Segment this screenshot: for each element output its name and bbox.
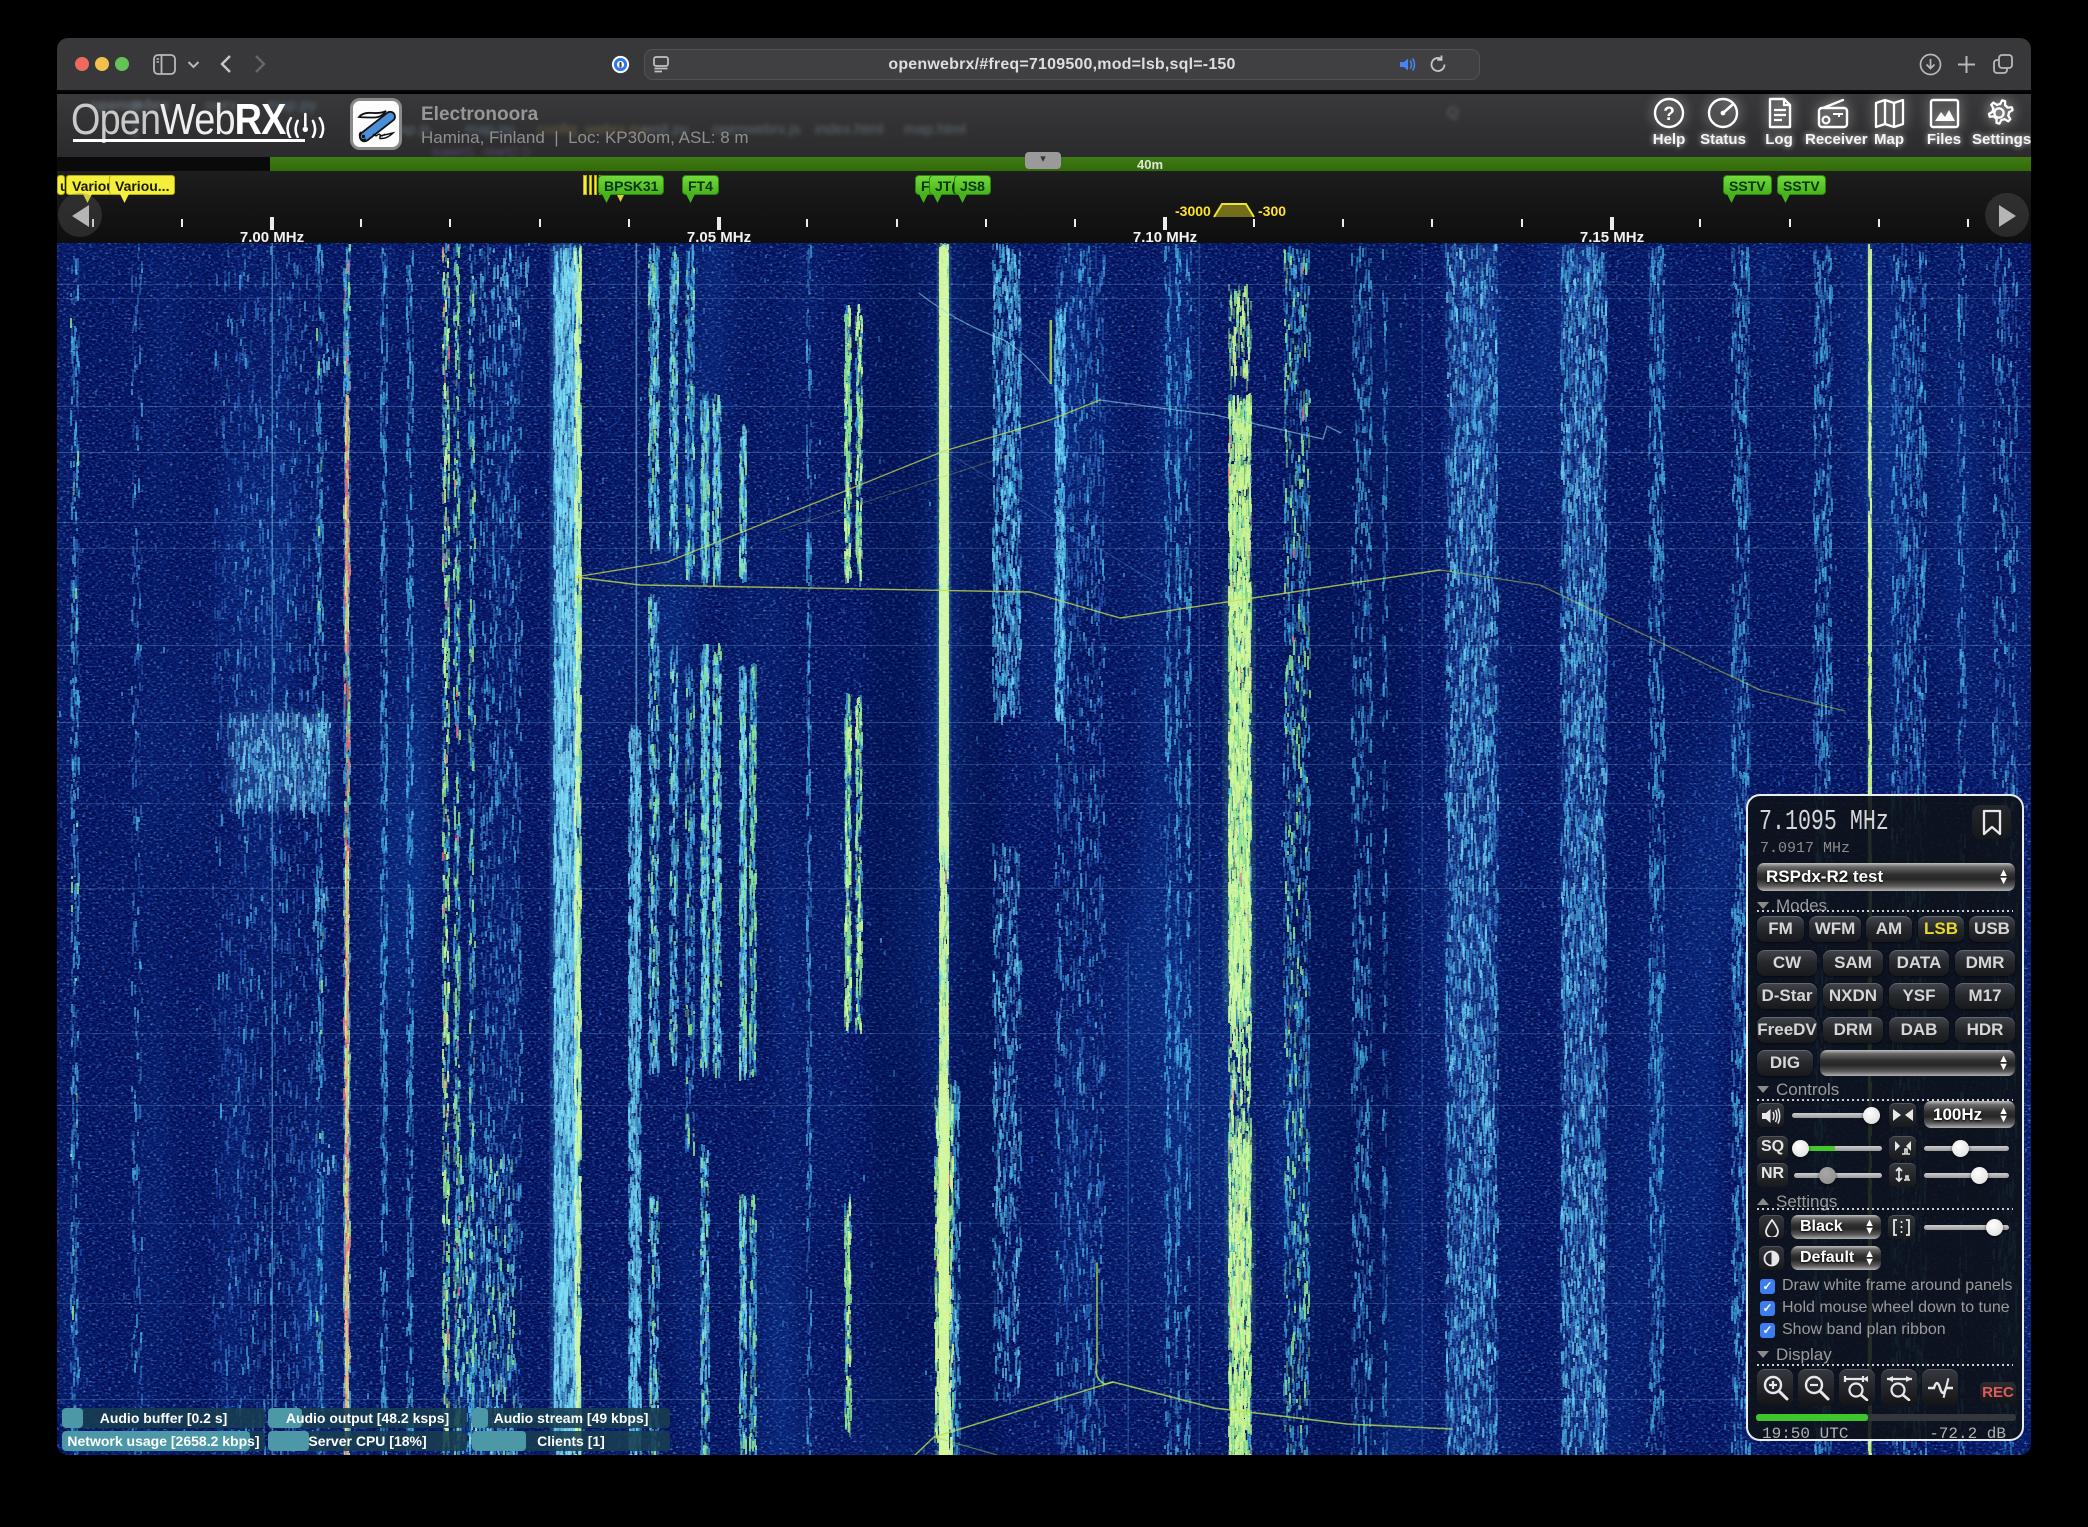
svg-text:?: ? <box>1663 104 1675 125</box>
